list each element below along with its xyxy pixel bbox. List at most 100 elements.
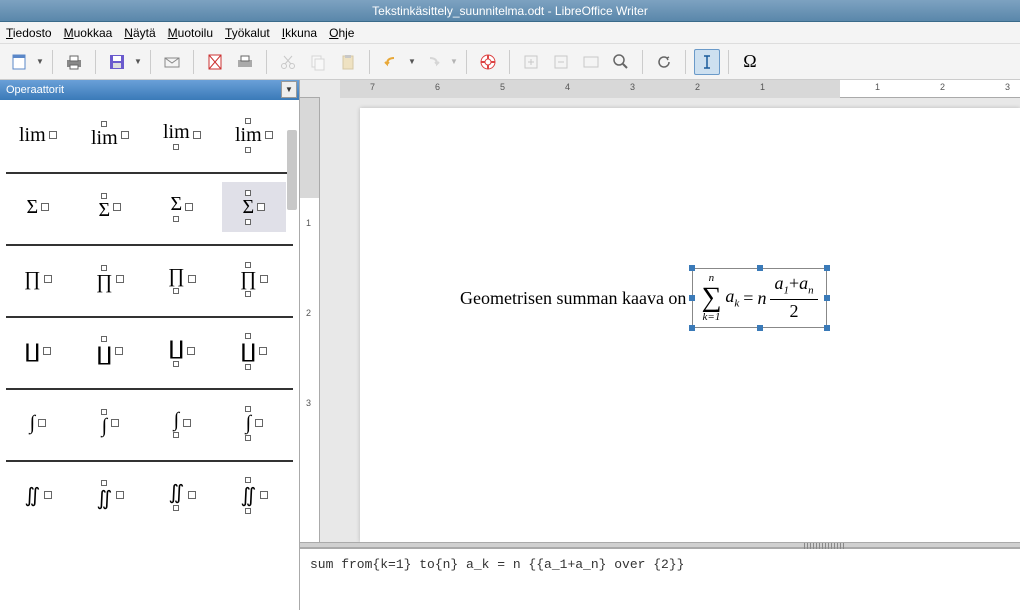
element-cell[interactable]: lim <box>222 110 286 160</box>
elements-row: Σ Σ Σ Σ <box>6 182 293 246</box>
element-cell[interactable]: ∬ <box>6 470 70 520</box>
vertical-ruler[interactable]: 123 <box>300 98 320 542</box>
vruler-tick-label: 3 <box>306 398 311 408</box>
resize-handle[interactable] <box>824 295 830 301</box>
separator <box>95 50 96 74</box>
menu-tools[interactable]: Työkalut <box>225 26 270 40</box>
formula: n ∑ k=1 ak = n a1+an 2 <box>701 273 817 323</box>
elements-row: ∏ ∏ ∏ ∏ <box>6 254 293 318</box>
equals-sign: = <box>743 288 753 309</box>
elements-scrollbar[interactable] <box>287 130 297 210</box>
ruler-tick-label: 3 <box>630 82 635 92</box>
mail-button[interactable] <box>159 49 185 75</box>
element-cell[interactable]: ∏ <box>78 254 142 304</box>
element-cell[interactable]: ∫ <box>78 398 142 448</box>
window-title: Tekstinkäsittely_suunnitelma.odt - Libre… <box>372 4 648 18</box>
undo-button[interactable] <box>378 49 404 75</box>
element-cell[interactable]: ∏ <box>6 254 70 304</box>
document-page[interactable]: Geometrisen summan kaava on n <box>360 108 1020 542</box>
save-dropdown[interactable]: ▼ <box>134 57 142 66</box>
save-button[interactable] <box>104 49 130 75</box>
element-cell[interactable]: Σ <box>150 182 214 232</box>
ruler-tick-label: 6 <box>435 82 440 92</box>
menu-window[interactable]: Ikkuna <box>282 26 317 40</box>
element-cell[interactable]: lim <box>78 110 142 160</box>
separator <box>193 50 194 74</box>
resize-handle[interactable] <box>757 325 763 331</box>
window-titlebar: Tekstinkäsittely_suunnitelma.odt - Libre… <box>0 0 1020 22</box>
resize-handle[interactable] <box>689 295 695 301</box>
help-button[interactable] <box>475 49 501 75</box>
elements-panel-header[interactable]: Operaattorit ▼ <box>0 80 299 100</box>
separator <box>369 50 370 74</box>
separator <box>466 50 467 74</box>
horizontal-ruler[interactable]: 7654321123 <box>340 80 1020 98</box>
menu-file[interactable]: Tiedosto <box>6 26 52 40</box>
menubar: Tiedosto Muokkaa Näytä Muotoilu Työkalut… <box>0 22 1020 44</box>
resize-handle[interactable] <box>689 325 695 331</box>
elements-row: ∬ ∬ ∬ ∬ <box>6 470 293 532</box>
formula-command-pane[interactable]: sum from{k=1} to{n} a_k = n {{a_1+a_n} o… <box>300 548 1020 610</box>
element-cell[interactable]: ∫ <box>150 398 214 448</box>
menu-help[interactable]: Ohje <box>329 26 354 40</box>
menu-format[interactable]: Muotoilu <box>168 26 213 40</box>
denominator: 2 <box>790 300 799 322</box>
vruler-tick-label: 2 <box>306 308 311 318</box>
sigma-operator: n ∑ k=1 <box>701 273 721 323</box>
element-cell[interactable]: ∬ <box>78 470 142 520</box>
element-cell[interactable]: lim <box>6 110 70 160</box>
elements-dropdown-icon[interactable]: ▼ <box>281 81 297 98</box>
element-cell[interactable]: ∫ <box>6 398 70 448</box>
elements-panel: Operaattorit ▼ lim lim lim lim Σ Σ Σ Σ ∏… <box>0 80 300 610</box>
element-cell[interactable]: Σ <box>6 182 70 232</box>
element-cell[interactable]: ∐ <box>6 326 70 376</box>
vruler-top-margin <box>300 98 319 198</box>
resize-handle[interactable] <box>824 265 830 271</box>
element-cell[interactable]: lim <box>150 110 214 160</box>
copy-button[interactable] <box>305 49 331 75</box>
editor-area: 7654321123 123 Geometrisen summan kaava … <box>300 80 1020 610</box>
elements-row: ∐ ∐ ∐ ∐ <box>6 326 293 390</box>
zoom-out-button[interactable] <box>548 49 574 75</box>
print-button[interactable] <box>61 49 87 75</box>
separator <box>266 50 267 74</box>
element-cell[interactable]: ∬ <box>222 470 286 520</box>
symbols-button[interactable]: Ω <box>737 49 763 75</box>
formula-cursor-button[interactable] <box>694 49 720 75</box>
element-cell[interactable]: ∫ <box>222 398 286 448</box>
redo-button[interactable] <box>420 49 446 75</box>
element-cell[interactable]: ∐ <box>222 326 286 376</box>
refresh-button[interactable] <box>651 49 677 75</box>
element-cell[interactable]: Σ <box>222 182 286 232</box>
element-cell[interactable]: Σ <box>78 182 142 232</box>
resize-handle[interactable] <box>757 265 763 271</box>
fraction: a1+an 2 <box>770 274 817 321</box>
resize-handle[interactable] <box>824 325 830 331</box>
menu-edit[interactable]: Muokkaa <box>64 26 113 40</box>
pdf-button[interactable] <box>202 49 228 75</box>
undo-dropdown[interactable]: ▼ <box>408 57 416 66</box>
new-doc-button[interactable] <box>6 49 32 75</box>
new-doc-dropdown[interactable]: ▼ <box>36 57 44 66</box>
zoom-button[interactable] <box>608 49 634 75</box>
paste-button[interactable] <box>335 49 361 75</box>
ruler-corner <box>300 80 320 98</box>
element-cell[interactable]: ∐ <box>150 326 214 376</box>
print-direct-button[interactable] <box>232 49 258 75</box>
formula-frame[interactable]: n ∑ k=1 ak = n a1+an 2 <box>692 268 826 328</box>
zoom-in-button[interactable] <box>518 49 544 75</box>
element-cell[interactable]: ∏ <box>222 254 286 304</box>
doc-text: Geometrisen summan kaava on <box>460 288 686 309</box>
menu-view[interactable]: Näytä <box>124 26 155 40</box>
cut-button[interactable] <box>275 49 301 75</box>
elements-row: lim lim lim lim <box>6 110 293 174</box>
redo-dropdown[interactable]: ▼ <box>450 57 458 66</box>
element-cell[interactable]: ∏ <box>150 254 214 304</box>
resize-handle[interactable] <box>689 265 695 271</box>
ruler-tick-label: 3 <box>1005 82 1010 92</box>
element-cell[interactable]: ∐ <box>78 326 142 376</box>
separator <box>642 50 643 74</box>
pane-splitter[interactable] <box>300 542 1020 548</box>
element-cell[interactable]: ∬ <box>150 470 214 520</box>
zoom-100-button[interactable] <box>578 49 604 75</box>
